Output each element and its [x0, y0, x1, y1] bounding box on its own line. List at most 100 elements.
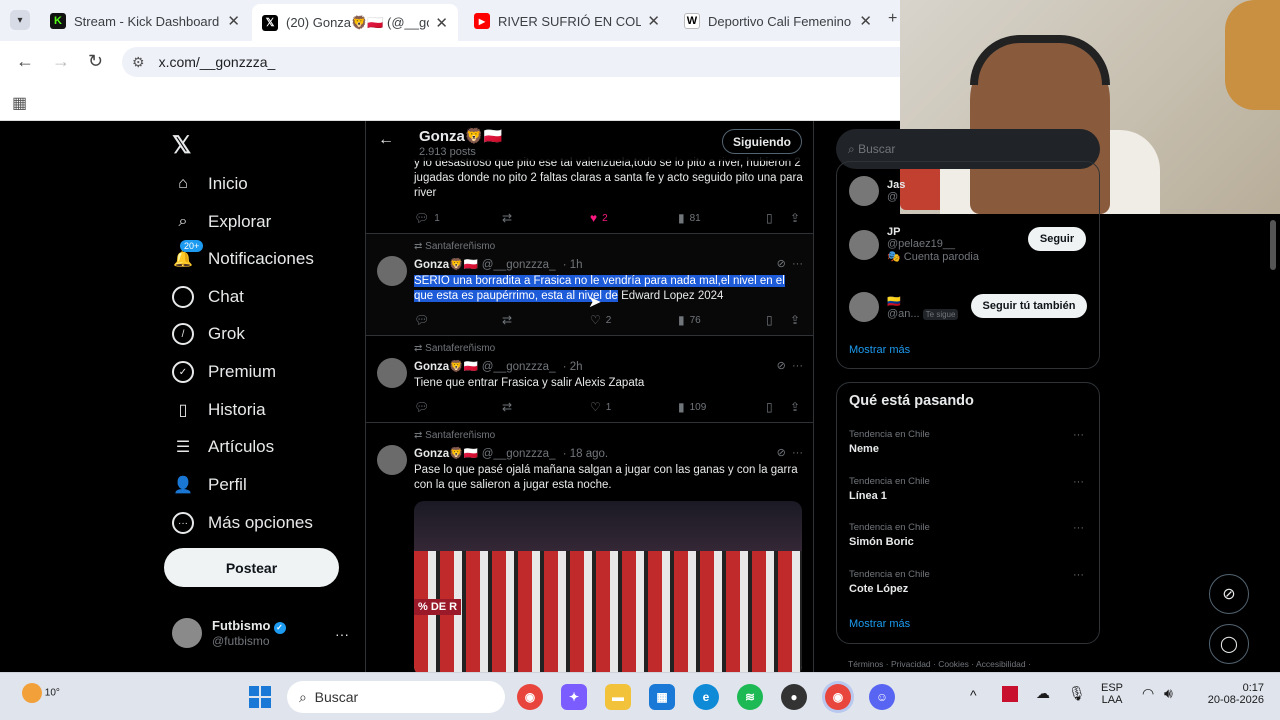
back-arrow-icon[interactable]: ←: [378, 131, 394, 149]
spotify-icon[interactable]: ≋: [737, 684, 763, 710]
more-icon[interactable]: ···: [335, 626, 349, 642]
nav-perfil[interactable]: 👤 Perfil: [172, 474, 247, 496]
file-explorer-icon[interactable]: ▬: [605, 684, 631, 710]
tab-youtube[interactable]: ▶ RIVER SUFRIÓ EN COLOMBIA ✕: [464, 5, 670, 37]
tab-x[interactable]: 𝕏 (20) Gonza🦁🇵🇱 (@__gonzzza_ ✕: [252, 4, 458, 41]
start-button[interactable]: [249, 686, 271, 708]
nav-grok[interactable]: / Grok: [172, 323, 245, 345]
nav-inicio[interactable]: ⌂ Inicio: [172, 173, 248, 195]
tweet-author[interactable]: Gonza🦁🇵🇱 @__gonzzza_ · 1h: [414, 257, 583, 271]
nav-mas-opciones[interactable]: ··· Más opciones: [172, 512, 313, 534]
share-button[interactable]: ⇪: [790, 400, 805, 414]
footer-links[interactable]: Términos · Privacidad · Cookies · Accesi…: [848, 659, 1031, 669]
like-button[interactable]: ♥ 2: [590, 211, 608, 225]
avatar[interactable]: [377, 256, 407, 286]
reload-icon[interactable]: ↻: [88, 51, 103, 72]
views-button[interactable]: ▮ 76: [678, 313, 701, 327]
nav-premium[interactable]: ✓ Premium: [172, 361, 276, 383]
copilot-icon[interactable]: ✦: [561, 684, 587, 710]
following-button[interactable]: Siguiendo: [722, 129, 802, 154]
trend-item[interactable]: Tendencia en Chile Simón Boric ···: [849, 522, 1084, 548]
tweet[interactable]: ⇄ Santafereñismo Gonza🦁🇵🇱 @__gonzzza_ · 1…: [366, 234, 813, 336]
grok-icon[interactable]: ⊘: [777, 258, 786, 270]
avatar[interactable]: [377, 358, 407, 388]
trend-item[interactable]: Tendencia en Chile Neme ···: [849, 429, 1084, 455]
taskbar-search[interactable]: ⌕ Buscar: [287, 681, 505, 713]
nav-historia[interactable]: ▯ Historia: [172, 399, 266, 421]
scrollbar-thumb[interactable]: [1270, 220, 1276, 270]
new-tab-icon[interactable]: +: [888, 10, 897, 28]
show-more-trends-link[interactable]: Mostrar más: [849, 618, 910, 630]
wifi-icon[interactable]: ◠: [1142, 685, 1154, 702]
like-button[interactable]: ♡ 1: [590, 400, 611, 414]
discord-icon[interactable]: ☺: [869, 684, 895, 710]
grok-icon[interactable]: ⊘: [777, 360, 786, 372]
close-icon[interactable]: ✕: [859, 12, 872, 30]
more-icon[interactable]: ···: [792, 447, 803, 459]
reply-button[interactable]: 💬︎: [414, 400, 434, 414]
repost-button[interactable]: ⇄: [502, 211, 517, 225]
nav-notificaciones[interactable]: 🔔 20+ Notificaciones: [172, 240, 314, 270]
follow-button[interactable]: Seguir: [1028, 227, 1086, 251]
back-icon[interactable]: ←: [16, 51, 34, 72]
tab-search-icon[interactable]: ▾: [10, 10, 30, 30]
post-button[interactable]: Postear: [164, 548, 339, 587]
more-icon[interactable]: ···: [1073, 476, 1084, 488]
reply-button[interactable]: 💬︎: [414, 313, 434, 327]
views-button[interactable]: ▮ 81: [678, 211, 701, 225]
tray-expand-icon[interactable]: ^: [970, 687, 977, 703]
language-indicator[interactable]: ESP LAA: [1101, 682, 1123, 706]
tweet-menu[interactable]: ⊘ ···: [777, 359, 803, 372]
like-button[interactable]: ♡ 2: [590, 313, 611, 327]
x-logo-icon[interactable]: 𝕏: [172, 131, 191, 160]
suggested-user[interactable]: 🇨🇴 @an... Te sigue: [849, 292, 959, 322]
chrome-active-icon[interactable]: ◉: [825, 684, 851, 710]
grok-icon[interactable]: ⊘: [777, 447, 786, 459]
messages-fab-icon[interactable]: ◯: [1209, 624, 1249, 664]
suggested-user[interactable]: JP @pelaez19__ 🎭 Cuenta parodia: [849, 226, 979, 263]
tab-wikipedia[interactable]: W Deportivo Cali Femenino ✕: [674, 5, 882, 37]
nav-explorar[interactable]: ⌕ Explorar: [172, 211, 272, 233]
views-button[interactable]: ▮ 109: [678, 400, 706, 414]
account-switcher[interactable]: Futbismo ✓ @futbismo ···: [172, 618, 349, 648]
volume-icon[interactable]: 🔊︎: [1164, 685, 1173, 702]
tweet-photo[interactable]: % DE R: [414, 501, 802, 672]
apps-grid-icon[interactable]: ▦: [12, 93, 27, 113]
tweet-author[interactable]: Gonza🦁🇵🇱 @__gonzzza_ · 18 ago.: [414, 446, 608, 460]
clock[interactable]: 0:17 20-08-2026: [1198, 682, 1264, 706]
forward-icon[interactable]: →: [52, 51, 70, 72]
avatar[interactable]: [377, 445, 407, 475]
site-info-icon[interactable]: ⚙: [132, 54, 145, 71]
weather-widget[interactable]: 10°: [22, 683, 60, 703]
more-icon[interactable]: ···: [792, 258, 803, 270]
tray-app-icon[interactable]: [1002, 686, 1018, 702]
tweet-author[interactable]: Gonza🦁🇵🇱 @__gonzzza_ · 2h: [414, 359, 583, 373]
more-icon[interactable]: ···: [792, 360, 803, 372]
page-scrollbar[interactable]: [1266, 214, 1280, 672]
repost-button[interactable]: ⇄: [502, 400, 517, 414]
obs-icon[interactable]: ●: [781, 684, 807, 710]
close-icon[interactable]: ✕: [227, 12, 240, 30]
suggested-user[interactable]: Jas @: [849, 176, 905, 206]
edge-icon[interactable]: e: [693, 684, 719, 710]
show-more-link[interactable]: Mostrar más: [849, 344, 910, 356]
more-icon[interactable]: ···: [1073, 569, 1084, 581]
store-icon[interactable]: ▦: [649, 684, 675, 710]
reply-button[interactable]: 💬︎ 1: [414, 211, 440, 225]
bookmark-button[interactable]: ▯: [766, 313, 778, 327]
repost-button[interactable]: ⇄: [502, 313, 517, 327]
bookmark-button[interactable]: ▯: [766, 211, 778, 225]
share-button[interactable]: ⇪: [790, 211, 805, 225]
trend-item[interactable]: Tendencia en Chile Línea 1 ···: [849, 476, 1084, 502]
follow-back-button[interactable]: Seguir tú también: [971, 294, 1087, 318]
trend-item[interactable]: Tendencia en Chile Cote López ···: [849, 569, 1084, 595]
url-field[interactable]: ⚙ x.com/__gonzzza_: [122, 47, 902, 77]
nav-chat[interactable]: Chat: [172, 286, 244, 308]
bookmark-button[interactable]: ▯: [766, 400, 778, 414]
microphone-icon[interactable]: 🎙︎: [1068, 685, 1086, 702]
more-icon[interactable]: ···: [1073, 429, 1084, 441]
share-button[interactable]: ⇪: [790, 313, 805, 327]
tweet[interactable]: ⇄ Santafereñismo Gonza🦁🇵🇱 @__gonzzza_ · 2…: [366, 336, 813, 423]
close-icon[interactable]: ✕: [435, 14, 448, 32]
tab-kick[interactable]: K Stream - Kick Dashboard ✕: [40, 5, 250, 37]
